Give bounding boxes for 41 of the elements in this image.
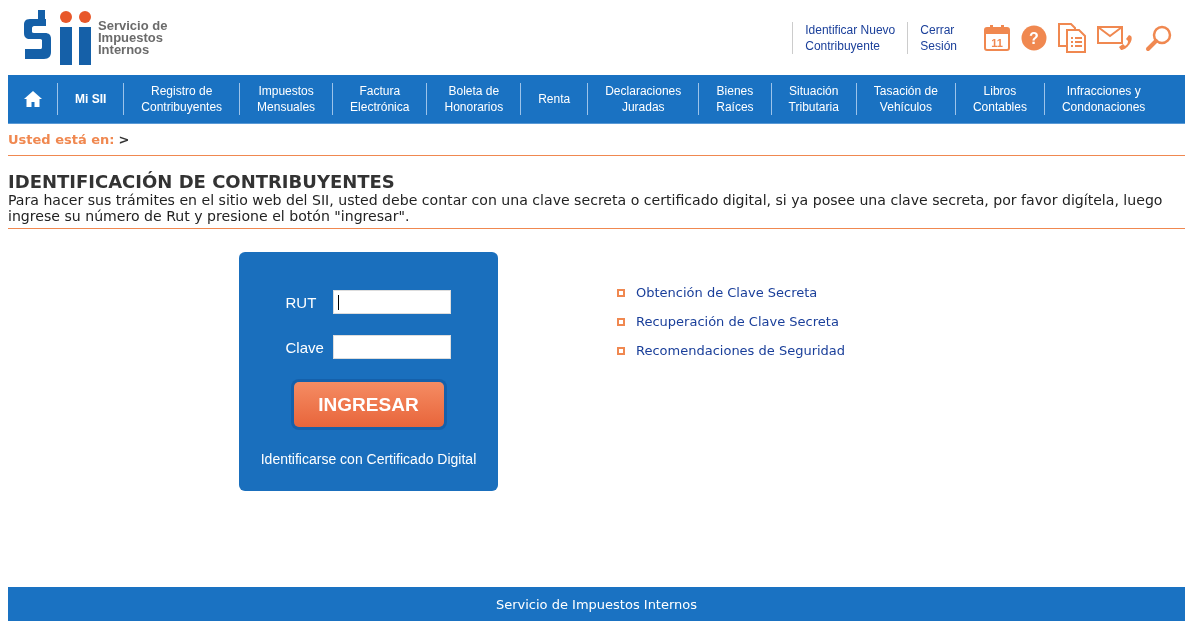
- header-link[interactable]: Identificar Nuevo Contribuyente: [792, 21, 908, 54]
- nav-tab[interactable]: Declaraciones Juradas: [588, 75, 699, 123]
- help-link[interactable]: Recomendaciones de Seguridad: [636, 342, 846, 359]
- logo-text: Impuestos: [98, 31, 163, 44]
- nav-tab[interactable]: Tasación de Vehículos: [856, 75, 955, 123]
- nav-tab[interactable]: Registro de Contribuyentes: [124, 75, 240, 123]
- footer-text: Servicio de Impuestos Internos: [495, 596, 698, 612]
- input-field[interactable]: [332, 290, 451, 314]
- bullet-icon: [617, 346, 625, 355]
- intro-text: ingrese su número de Rut y presione el botón "ingresar".: [8, 208, 411, 224]
- bullet-icon: [617, 288, 625, 297]
- search-icon[interactable]: [1145, 23, 1173, 52]
- nav-tab[interactable]: Mi SII: [58, 75, 124, 123]
- calendar-icon[interactable]: 11: [983, 23, 1011, 52]
- input-field[interactable]: [332, 335, 451, 359]
- logo-icon: [24, 10, 92, 65]
- field-label: RUT: [285, 293, 318, 311]
- header-link[interactable]: Cerrar Sesión: [907, 21, 969, 54]
- nav-tab[interactable]: Libros Contables: [955, 75, 1044, 123]
- help-link[interactable]: Obtención de Clave Secreta: [636, 284, 818, 301]
- mail-phone-icon[interactable]: [1097, 23, 1135, 52]
- nav-tab[interactable]: Renta: [521, 75, 588, 123]
- nav-tab[interactable]: Infracciones y Condonaciones: [1044, 75, 1163, 123]
- help-link[interactable]: Recuperación de Clave Secreta: [636, 313, 839, 330]
- help-icon[interactable]: ?: [1021, 24, 1047, 51]
- documents-icon[interactable]: [1057, 21, 1087, 54]
- login-button[interactable]: INGRESAR: [293, 382, 444, 427]
- nav-tab[interactable]: Bienes Raíces: [699, 75, 771, 123]
- page-heading: IDENTIFICACIÓN DE CONTRIBUYENTES: [8, 172, 396, 192]
- breadcrumb-separator: >: [118, 132, 130, 147]
- home-icon: [23, 91, 42, 107]
- nav-tab[interactable]: Situación Tributaria: [771, 75, 856, 123]
- bullet-icon: [617, 317, 625, 326]
- certificate-link[interactable]: Identificarse con Certificado Digital: [260, 451, 477, 467]
- field-label: Clave: [285, 338, 325, 356]
- nav-tab[interactable]: Impuestos Mensuales: [240, 75, 333, 123]
- logo-text: Servicio de: [98, 19, 168, 32]
- nav-tab[interactable]: Factura Electrónica: [333, 75, 427, 123]
- nav-tab[interactable]: Boleta de Honorarios: [427, 75, 521, 123]
- breadcrumb-label: Usted está en:: [8, 132, 115, 147]
- intro-text: Para hacer sus trámites en el sitio web del SII, usted debe contar con una clave secreta o certificado digital, si ya posee una clave secreta, por favor digítela, luego: [8, 192, 1164, 208]
